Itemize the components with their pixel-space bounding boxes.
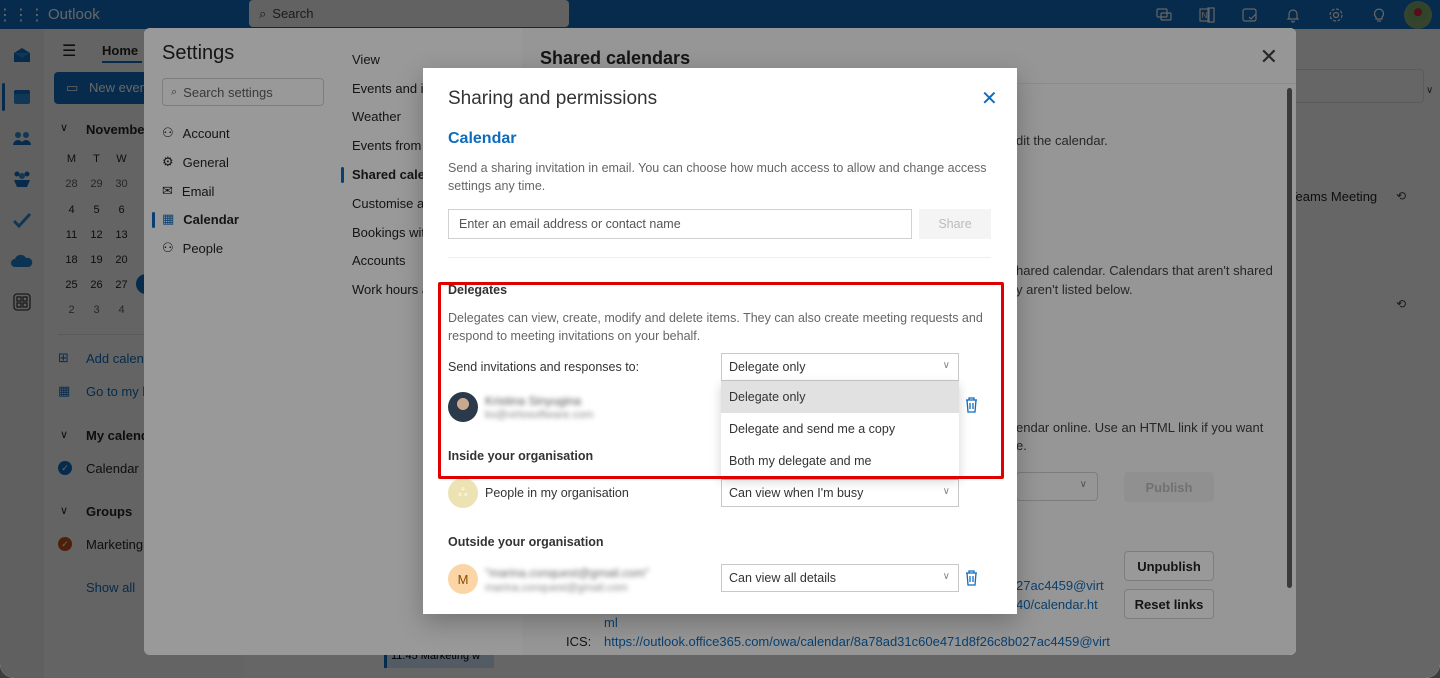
content-text: dit the calendar.	[1016, 133, 1108, 148]
dialog-title: Sharing and permissions	[448, 88, 658, 109]
delegates-description: Delegates can view, create, modify and d…	[448, 311, 983, 343]
content-text: y aren't listed below.	[1016, 282, 1133, 297]
calendar-name: Calendar	[448, 130, 517, 147]
html-link[interactable]: 27ac4459@virt	[1016, 578, 1104, 593]
external-name: "marina.conquest@gmail.com"	[485, 566, 650, 580]
subnav-active-indicator	[341, 167, 344, 183]
content-text: e.	[1016, 438, 1027, 453]
calendar-icon: ▦	[162, 211, 175, 226]
avatar-initial: M	[457, 571, 469, 587]
divider	[448, 257, 991, 258]
chevron-down-icon: ∨	[942, 571, 950, 582]
outlook-window: ⋮⋮⋮ Outlook ⌕ Search N ☰ Home ▭	[0, 0, 1440, 678]
subnav-weather[interactable]: Weather	[352, 109, 401, 124]
settings-nav-account[interactable]: ⚇ Account	[162, 125, 230, 141]
send-invitations-select[interactable]: Delegate only ∨	[721, 353, 959, 381]
nav-label: Account	[182, 125, 230, 141]
option-both[interactable]: Both my delegate and me	[721, 445, 959, 477]
external-email: marina.conquest@gmail.com	[485, 582, 628, 594]
share-button[interactable]: Share	[919, 209, 991, 239]
email-placeholder: Enter an email address or contact name	[459, 217, 681, 231]
chevron-down-icon: ∨	[1079, 479, 1087, 490]
html-link[interactable]: ml	[604, 615, 618, 630]
external-avatar: M	[448, 564, 478, 594]
ics-link[interactable]: https://outlook.office365.com/owa/calend…	[604, 634, 1110, 649]
org-people-icon: ஃ	[448, 478, 478, 508]
sharing-description: Send a sharing invitation in email. You …	[448, 161, 987, 193]
nav-label: General	[182, 154, 229, 170]
settings-nav-calendar[interactable]: ▦ Calendar	[162, 211, 239, 227]
nav-label: Email	[181, 183, 215, 199]
delete-delegate-icon[interactable]	[965, 397, 978, 418]
delegate-name: Kristina Sinyugina	[485, 394, 582, 408]
outside-org-header: Outside your organisation	[448, 535, 604, 549]
chevron-down-icon: ∨	[942, 360, 950, 371]
scrollbar[interactable]	[1287, 88, 1292, 588]
chevron-down-icon: ∨	[942, 486, 950, 497]
org-people-label: People in my organisation	[485, 486, 629, 500]
publish-button[interactable]: Publish	[1124, 472, 1214, 502]
close-settings-icon[interactable]: ✕	[1260, 44, 1278, 70]
select-value: Can view when I'm busy	[729, 486, 864, 500]
subnav-accounts[interactable]: Accounts	[352, 253, 405, 268]
unpublish-button[interactable]: Unpublish	[1124, 551, 1214, 581]
send-invitations-dropdown: Delegate only Delegate and send me a cop…	[721, 381, 959, 477]
ics-label: ICS:	[566, 634, 592, 649]
nav-active-indicator	[152, 212, 155, 228]
content-text: endar online. Use an HTML link if you wa…	[1016, 420, 1264, 435]
email-input[interactable]: Enter an email address or contact name	[448, 209, 912, 239]
delegate-avatar	[448, 392, 478, 422]
option-delegate-only[interactable]: Delegate only	[721, 381, 959, 413]
html-link[interactable]: 40/calendar.ht	[1016, 597, 1098, 612]
delegates-header: Delegates	[448, 283, 508, 297]
delete-external-icon[interactable]	[965, 570, 978, 591]
nav-label: Calendar	[183, 211, 239, 227]
external-permission-select[interactable]: Can view all details ∨	[721, 564, 959, 592]
person-icon: ⚇	[162, 125, 174, 140]
settings-nav-general[interactable]: ⚙ General	[162, 154, 229, 170]
settings-title: Settings	[162, 42, 235, 64]
nav-label: People	[182, 240, 224, 256]
content-title: Shared calendars	[540, 48, 691, 68]
search-icon: ⌕	[171, 85, 178, 98]
delegate-email: ks@virtosoftware.com	[485, 409, 594, 421]
settings-nav-people[interactable]: ⚇ People	[162, 240, 223, 256]
mail-icon: ✉	[162, 183, 173, 198]
reset-links-button[interactable]: Reset links	[1124, 589, 1214, 619]
settings-nav-email[interactable]: ✉ Email	[162, 183, 214, 199]
select-value: Can view all details	[729, 571, 836, 585]
close-dialog-icon[interactable]: ✕	[981, 86, 998, 111]
send-invitations-label: Send invitations and responses to:	[448, 360, 640, 374]
gear-icon: ⚙	[162, 154, 174, 169]
permission-select[interactable]: ∨	[1016, 472, 1098, 501]
org-permission-select[interactable]: Can view when I'm busy ∨	[721, 479, 959, 507]
option-delegate-and-copy[interactable]: Delegate and send me a copy	[721, 413, 959, 445]
settings-search-input[interactable]: ⌕ Search settings	[162, 78, 324, 106]
settings-search-placeholder: Search settings	[183, 84, 273, 100]
inside-org-header: Inside your organisation	[448, 449, 594, 463]
people-icon: ⚇	[162, 240, 174, 255]
select-value: Delegate only	[729, 360, 806, 374]
subnav-view[interactable]: View	[352, 52, 380, 67]
content-text: hared calendar. Calendars that aren't sh…	[1016, 263, 1273, 278]
sharing-permissions-dialog: Sharing and permissions ✕ Calendar Send …	[423, 68, 1017, 614]
